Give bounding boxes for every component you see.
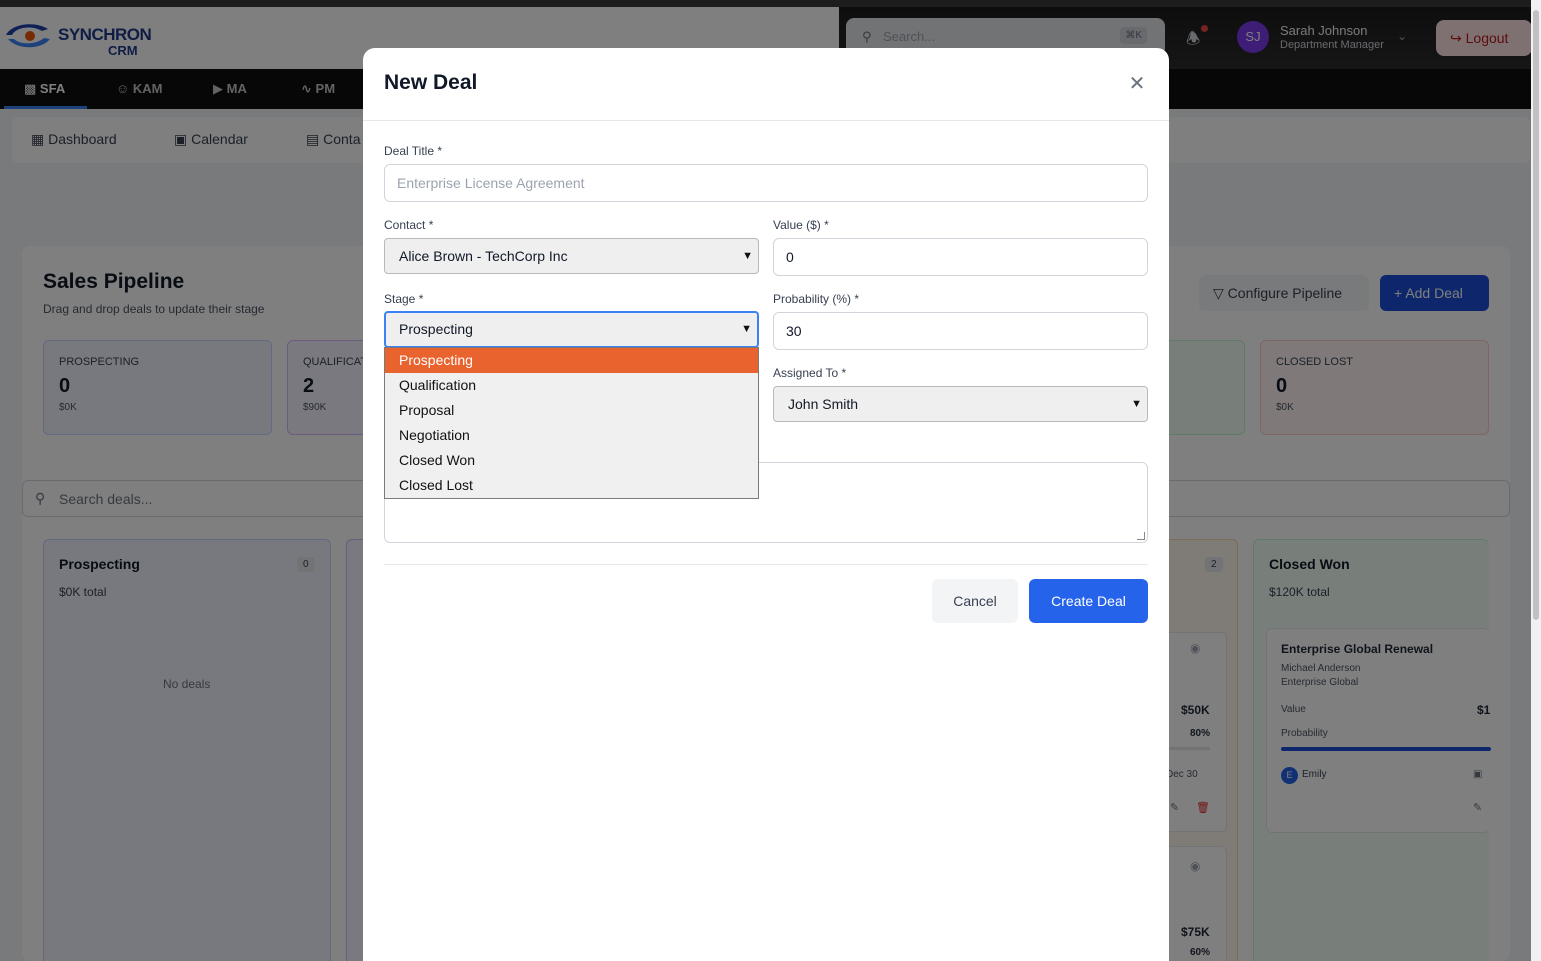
deal-title-field[interactable]: Enterprise License Agreement [384, 164, 1148, 202]
chevron-down-icon: ▼ [742, 250, 753, 262]
chevron-down-icon: ▼ [1131, 398, 1142, 410]
resize-handle[interactable] [1137, 532, 1145, 540]
scrollbar-thumb[interactable] [1533, 10, 1539, 620]
create-deal-button[interactable]: Create Deal [1029, 579, 1148, 623]
stage-option[interactable]: Proposal [385, 398, 758, 423]
modal-title: New Deal [384, 71, 478, 94]
stage-option[interactable]: Qualification [385, 373, 758, 398]
value-field[interactable]: 0 [773, 238, 1148, 276]
value-label: Value ($) * [773, 218, 829, 232]
close-icon[interactable]: ✕ [1127, 74, 1147, 94]
assigned-to-label: Assigned To * [773, 366, 847, 380]
cancel-button[interactable]: Cancel [932, 579, 1018, 623]
stage-option[interactable]: Closed Won [385, 448, 758, 473]
contact-select-value: Alice Brown - TechCorp Inc [399, 248, 568, 264]
chevron-down-icon: ▼ [741, 323, 752, 335]
footer-divider [384, 564, 1148, 565]
stage-select-value: Prospecting [399, 321, 473, 337]
contact-label: Contact * [384, 218, 434, 232]
stage-label: Stage * [384, 292, 424, 306]
stage-option[interactable]: Prospecting [385, 348, 758, 373]
stage-dropdown-list: Prospecting Qualification Proposal Negot… [384, 347, 759, 499]
assigned-to-value: John Smith [788, 396, 859, 412]
deal-title-label: Deal Title * [384, 144, 443, 158]
new-deal-modal: New Deal ✕ Deal Title * Enterprise Licen… [363, 48, 1169, 961]
stage-option[interactable]: Negotiation [385, 423, 758, 448]
probability-field[interactable]: 30 [773, 312, 1148, 350]
stage-option[interactable]: Closed Lost [385, 473, 758, 498]
modal-divider [363, 120, 1169, 121]
stage-select[interactable]: Prospecting ▼ [384, 311, 759, 348]
assigned-to-select[interactable]: John Smith ▼ [773, 386, 1148, 422]
contact-select[interactable]: Alice Brown - TechCorp Inc ▼ [384, 238, 759, 274]
probability-label: Probability (%) * [773, 292, 860, 306]
